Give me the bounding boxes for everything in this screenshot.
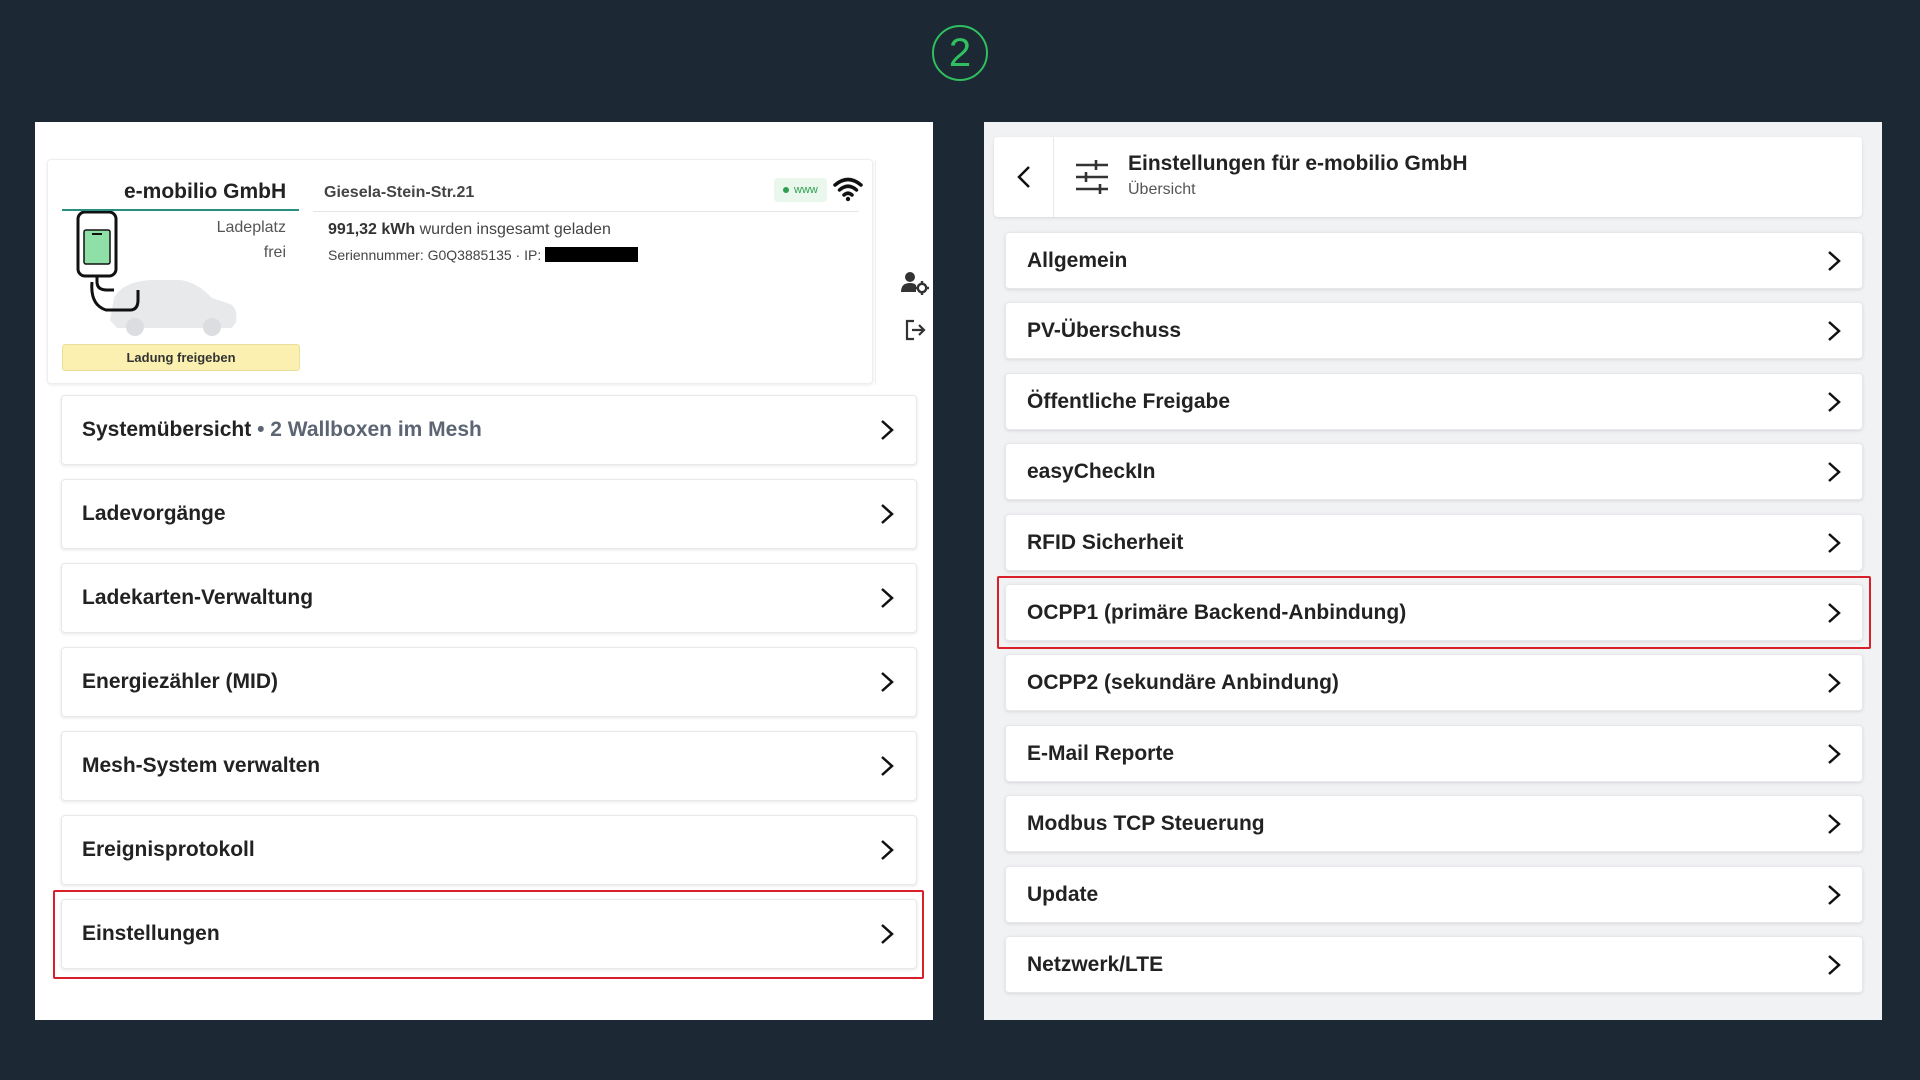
serial-number-text: Seriennummer: G0Q3885135 · IP: — [328, 247, 542, 263]
station-card: e-mobilio GmbH Ladeplatz frei Ladung fre… — [47, 159, 929, 385]
dashboard-panel: e-mobilio GmbH Ladeplatz frei Ladung fre… — [35, 122, 933, 1020]
chevron-right-icon — [881, 672, 894, 692]
menu-item-label: Ereignisprotokoll — [82, 838, 255, 861]
release-charging-button[interactable]: Ladung freigeben — [62, 344, 300, 371]
chevron-right-icon — [1828, 814, 1841, 835]
menu-item-mesh-system[interactable]: Mesh-System verwalten — [61, 731, 917, 801]
chevron-right-icon — [1828, 954, 1841, 975]
tune-icon — [1076, 160, 1108, 194]
chevron-left-icon — [1017, 166, 1030, 188]
settings-item-easycheckin[interactable]: easyCheckIn — [1005, 443, 1863, 501]
settings-item-pv-surplus[interactable]: PV-Überschuss — [1005, 302, 1863, 360]
chevron-right-icon — [1828, 462, 1841, 483]
station-name: e-mobilio GmbH — [124, 180, 287, 203]
chevron-right-icon — [881, 840, 894, 860]
card-side-divider — [875, 160, 876, 385]
chevron-right-icon — [1828, 673, 1841, 694]
menu-item-label: Ladevorgänge — [82, 502, 226, 525]
settings-menu: Allgemein PV-Überschuss Öffentliche Frei… — [1005, 232, 1863, 1006]
menu-item-label: Einstellungen — [82, 922, 220, 945]
dashboard-menu: Systemübersicht • 2 Wallboxen im Mesh La… — [61, 395, 917, 983]
charge-point-status: frei — [263, 244, 286, 261]
settings-item-label: RFID Sicherheit — [1027, 530, 1184, 554]
chevron-right-icon — [881, 924, 894, 944]
menu-item-charging-sessions[interactable]: Ladevorgänge — [61, 479, 917, 549]
settings-title: Einstellungen für e-mobilio GmbH — [1128, 152, 1468, 175]
chevron-right-icon — [881, 756, 894, 776]
settings-item-label: Update — [1027, 882, 1099, 906]
settings-item-network-lte[interactable]: Netzwerk/LTE — [1005, 935, 1863, 993]
settings-item-rfid-security[interactable]: RFID Sicherheit — [1005, 513, 1863, 571]
settings-panel: Einstellungen für e-mobilio GmbH Übersic… — [984, 122, 1882, 1020]
menu-item-energy-meter[interactable]: Energiezähler (MID) — [61, 647, 917, 717]
back-button[interactable] — [994, 137, 1054, 217]
settings-item-label: OCPP1 (primäre Backend-Anbindung) — [1027, 600, 1407, 624]
user-settings-icon[interactable] — [901, 270, 929, 296]
settings-item-ocpp2[interactable]: OCPP2 (sekundäre Anbindung) — [1005, 654, 1863, 712]
settings-item-label: easyCheckIn — [1027, 460, 1156, 484]
chevron-right-icon — [1828, 251, 1841, 271]
total-energy: 991,32 kWh wurden insgesamt geladen — [328, 221, 611, 239]
menu-item-label: Energiezähler (MID) — [82, 670, 279, 693]
settings-item-label: OCPP2 (sekundäre Anbindung) — [1027, 671, 1339, 695]
menu-item-event-log[interactable]: Ereignisprotokoll — [61, 815, 917, 885]
settings-item-update[interactable]: Update — [1005, 865, 1863, 923]
ip-redaction — [545, 247, 639, 262]
menu-item-settings[interactable]: Einstellungen — [61, 899, 917, 969]
chevron-right-icon — [1828, 743, 1841, 764]
chevron-right-icon — [1828, 603, 1841, 623]
settings-item-label: E-Mail Reporte — [1027, 741, 1175, 765]
menu-item-label: Ladekarten-Verwaltung — [82, 586, 314, 609]
serial-number: Seriennummer: G0Q3885135 · IP: — [328, 247, 639, 263]
address-divider — [313, 211, 859, 212]
settings-item-label: Modbus TCP Steuerung — [1027, 812, 1265, 836]
settings-item-label: Allgemein — [1027, 249, 1128, 272]
menu-item-label: Mesh-System verwalten — [82, 754, 321, 777]
total-energy-value: 991,32 kWh — [328, 221, 416, 238]
charge-point-label: Ladeplatz — [216, 219, 286, 236]
chevron-right-icon — [881, 504, 894, 524]
chevron-right-icon — [1828, 321, 1841, 342]
chevron-right-icon — [1828, 884, 1841, 905]
chevron-right-icon — [881, 588, 894, 608]
settings-item-ocpp1[interactable]: OCPP1 (primäre Backend-Anbindung) — [1005, 583, 1863, 641]
settings-item-label: Netzwerk/LTE — [1027, 952, 1164, 976]
car-icon — [110, 280, 237, 336]
menu-item-system-overview[interactable]: Systemübersicht • 2 Wallboxen im Mesh — [61, 395, 917, 465]
menu-item-charging-cards[interactable]: Ladekarten-Verwaltung — [61, 563, 917, 633]
menu-item-title: Systemübersicht — [82, 418, 252, 441]
settings-item-public-release[interactable]: Öffentliche Freigabe — [1005, 372, 1863, 430]
settings-item-email-reports[interactable]: E-Mail Reporte — [1005, 724, 1863, 782]
station-name-divider — [62, 209, 299, 211]
menu-item-subtitle: • 2 Wallboxen im Mesh — [257, 418, 482, 441]
logout-icon[interactable] — [903, 318, 927, 342]
settings-item-label: Öffentliche Freigabe — [1027, 389, 1231, 413]
settings-item-modbus-tcp[interactable]: Modbus TCP Steuerung — [1005, 795, 1863, 853]
total-energy-text: wurden insgesamt geladen — [419, 221, 611, 238]
step-number-badge: 2 — [932, 25, 988, 81]
settings-subtitle: Übersicht — [1128, 181, 1196, 198]
connection-status-badge: www — [774, 178, 827, 202]
station-address: Giesela-Stein-Str.21 — [324, 184, 475, 201]
menu-item-label: Systemübersicht • 2 Wallboxen im Mesh — [82, 396, 482, 464]
settings-item-label: PV-Überschuss — [1027, 319, 1182, 343]
chevron-right-icon — [881, 420, 894, 440]
settings-item-general[interactable]: Allgemein — [1005, 232, 1863, 289]
chevron-right-icon — [1828, 532, 1841, 553]
wifi-icon — [833, 177, 863, 202]
chevron-right-icon — [1828, 391, 1841, 412]
settings-header: Einstellungen für e-mobilio GmbH Übersic… — [994, 137, 1862, 217]
